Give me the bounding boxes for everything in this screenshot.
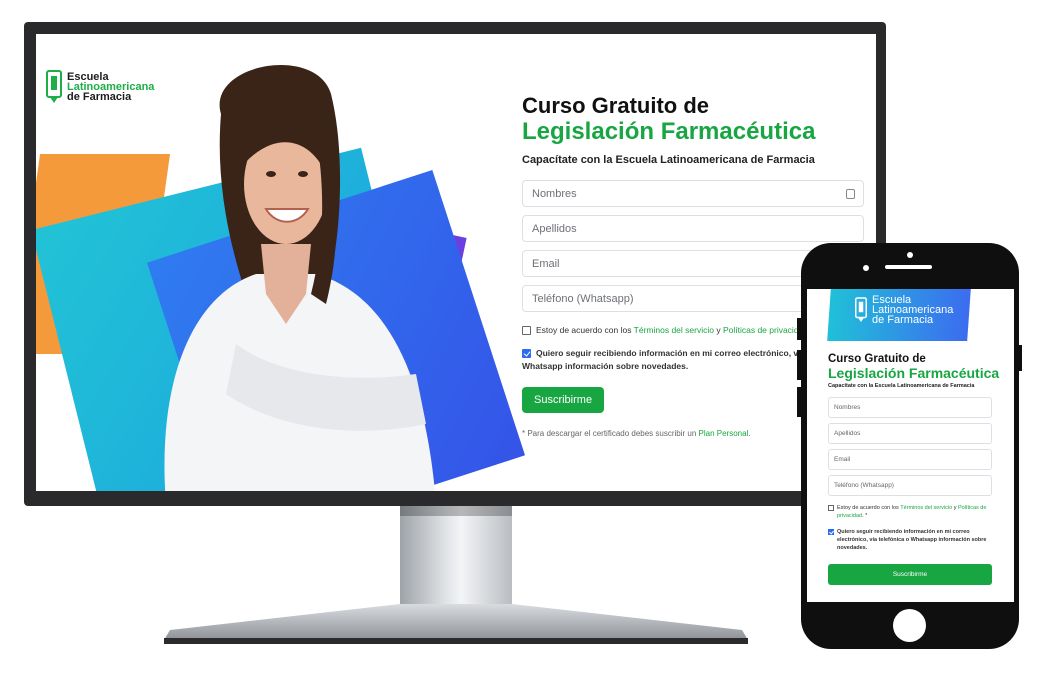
- hero-person-image: [164, 65, 435, 491]
- mobile-subtitle: Capacítate con la Escuela Latinoamerican…: [828, 383, 975, 389]
- optin-line2: Whatsapp información sobre novedades.: [522, 361, 689, 371]
- phone-camera: [907, 252, 913, 258]
- nombres-placeholder: Nombres: [532, 187, 577, 200]
- apellidos-input[interactable]: Apellidos: [522, 215, 864, 242]
- mobile-signup-form: Curso Gratuito de Legislación Farmacéuti…: [828, 353, 1000, 585]
- mobile-title-line2: Legislación Farmacéutica: [828, 365, 1000, 381]
- mobile-terms-checkbox[interactable]: [828, 505, 834, 511]
- monitor-neck-shadow: [400, 506, 512, 516]
- mobile-screen: Escuela Latinoamericana de Farmacia Curs…: [807, 289, 1014, 602]
- phone-side-button: [797, 318, 801, 340]
- terms-label: Estoy de acuerdo con los Términos del se…: [536, 324, 808, 337]
- terms-middle: y: [713, 325, 723, 335]
- phone-volume-down: [797, 387, 801, 417]
- mobile-terms-row: Estoy de acuerdo con los Términos del se…: [828, 504, 996, 520]
- autofill-icon[interactable]: [846, 189, 855, 199]
- mobile-telefono-placeholder: Teléfono (Whatsapp): [834, 482, 894, 489]
- mobile-email-placeholder: Email: [834, 456, 851, 463]
- telefono-placeholder: Teléfono (Whatsapp): [532, 292, 634, 305]
- logo-line3: de Farmacia: [67, 91, 132, 103]
- mobile-terms-of-service-link[interactable]: Términos del servicio: [900, 505, 952, 511]
- phone-sensor: [863, 265, 869, 271]
- mobile-optin-row: Quiero seguir recibiendo información en …: [828, 528, 996, 552]
- phone-home-button[interactable]: [893, 609, 926, 642]
- mobile-telefono-input[interactable]: Teléfono (Whatsapp): [828, 475, 992, 496]
- monitor-base: [164, 604, 748, 644]
- phone-volume-up: [797, 350, 801, 380]
- mobile-brand-logo: Escuela Latinoamericana de Farmacia: [855, 295, 953, 326]
- optin-line1: Quiero seguir recibiendo información en …: [536, 348, 806, 358]
- note-prefix: * Para descargar el certificado debes su…: [522, 429, 699, 438]
- subscribe-button[interactable]: Suscribirme: [522, 387, 605, 413]
- logo-mark-icon: [46, 70, 62, 103]
- optin-label: Quiero seguir recibiendo información en …: [536, 347, 805, 360]
- course-subtitle: Capacítate con la Escuela Latinoamerican…: [522, 154, 815, 166]
- course-title-line1: Curso Gratuito de: [522, 93, 710, 118]
- mobile-nombres-input[interactable]: Nombres: [828, 397, 992, 418]
- note-suffix: .: [748, 429, 751, 438]
- logo-text: Escuela Latinoamericana de Farmacia: [67, 72, 154, 103]
- course-title-line2: Legislación Farmacéutica: [522, 118, 816, 145]
- mobile-terms-label: Estoy de acuerdo con los Términos del se…: [837, 504, 996, 520]
- terms-of-service-link[interactable]: Términos del servicio: [634, 325, 714, 335]
- phone-speaker: [885, 265, 932, 269]
- plan-personal-link[interactable]: Plan Personal: [699, 429, 749, 438]
- mobile-apellidos-input[interactable]: Apellidos: [828, 423, 992, 444]
- phone-power-button: [1018, 345, 1022, 371]
- mobile-title-line1: Curso Gratuito de: [828, 353, 926, 365]
- mobile-apellidos-placeholder: Apellidos: [834, 430, 861, 437]
- terms-prefix: Estoy de acuerdo con los: [536, 325, 634, 335]
- mobile-email-input[interactable]: Email: [828, 449, 992, 470]
- apellidos-placeholder: Apellidos: [532, 222, 577, 235]
- mobile-nombres-placeholder: Nombres: [834, 404, 861, 411]
- email-placeholder: Email: [532, 257, 560, 270]
- optin-checkbox[interactable]: [522, 349, 531, 358]
- mobile-terms-prefix: Estoy de acuerdo con los: [837, 505, 901, 511]
- mobile-logo-mark-icon: [855, 297, 867, 322]
- mobile-subscribe-button[interactable]: Suscribirme: [828, 564, 992, 585]
- mobile-optin-checkbox[interactable]: [828, 529, 834, 535]
- monitor-neck: [400, 506, 512, 614]
- brand-logo: Escuela Latinoamericana de Farmacia: [46, 70, 154, 104]
- mobile-logo-line3: de Farmacia: [872, 314, 934, 326]
- terms-checkbox[interactable]: [522, 326, 531, 335]
- privacy-policy-link[interactable]: Políticas de privacidad: [723, 325, 808, 335]
- mobile-logo-text: Escuela Latinoamericana de Farmacia: [872, 295, 953, 326]
- mobile-optin-label: Quiero seguir recibiendo información en …: [837, 529, 987, 551]
- nombres-input[interactable]: Nombres: [522, 180, 864, 207]
- desktop-screen: Escuela Latinoamericana de Farmacia Curs…: [36, 34, 876, 491]
- mobile-terms-suffix: . *: [862, 513, 868, 519]
